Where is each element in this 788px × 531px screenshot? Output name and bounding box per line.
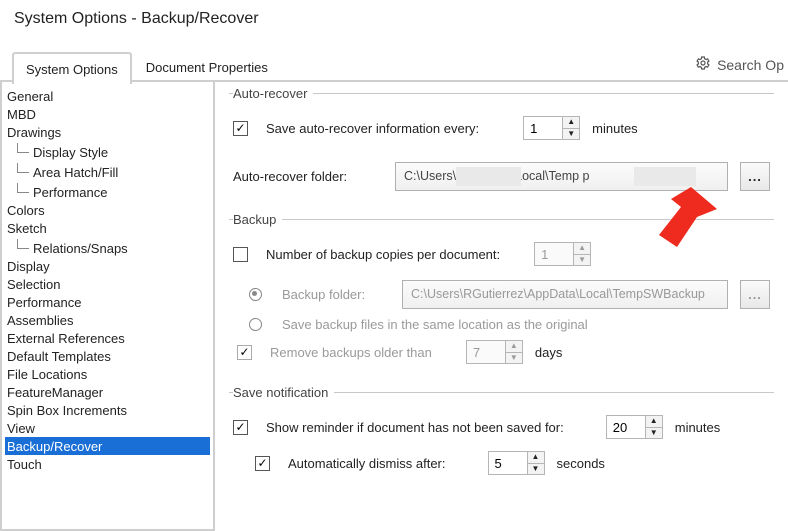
reminder-unit: minutes — [675, 420, 721, 435]
auto-recover-unit: minutes — [592, 121, 638, 136]
redacted-region — [634, 167, 696, 186]
backup-folder-field: C:\Users\RGutierrez\AppData\Local\TempSW… — [402, 280, 728, 309]
stepper-up-icon[interactable]: ▲ — [528, 452, 544, 464]
sidebar-item-file-locations[interactable]: File Locations — [5, 365, 210, 383]
auto-recover-interval-stepper[interactable]: ▲▼ — [523, 116, 580, 140]
stepper-up-icon[interactable]: ▲ — [563, 117, 579, 129]
auto-recover-browse-button[interactable]: ... — [740, 162, 770, 191]
sidebar-item-performance[interactable]: Performance — [5, 293, 210, 311]
dismiss-interval-stepper[interactable]: ▲▼ — [488, 451, 545, 475]
backup-folder-label: Backup folder: — [282, 287, 390, 302]
reminder-interval-input[interactable] — [607, 416, 645, 438]
sidebar-item-display[interactable]: Display — [5, 257, 210, 275]
dismiss-unit: seconds — [557, 456, 605, 471]
sidebar-item-general[interactable]: General — [5, 87, 210, 105]
sidebar-item-spin-box-increments[interactable]: Spin Box Increments — [5, 401, 210, 419]
stepper-down-icon: ▼ — [574, 255, 590, 266]
save-notification-legend: Save notification — [233, 385, 334, 400]
backup-copies-stepper: ▲▼ — [534, 242, 591, 266]
sidebar-item-display-style[interactable]: Display Style — [5, 141, 210, 161]
show-reminder-checkbox[interactable] — [233, 420, 248, 435]
sidebar: GeneralMBDDrawingsDisplay StyleArea Hatc… — [0, 82, 215, 531]
auto-dismiss-checkbox[interactable] — [255, 456, 270, 471]
window-title: System Options - Backup/Recover — [0, 0, 788, 46]
auto-recover-folder-label: Auto-recover folder: — [233, 169, 383, 184]
sidebar-item-external-references[interactable]: External References — [5, 329, 210, 347]
sidebar-item-area-hatch-fill[interactable]: Area Hatch/Fill — [5, 161, 210, 181]
show-reminder-label: Show reminder if document has not been s… — [266, 420, 564, 435]
auto-recover-group: Auto-recover Save auto-recover informati… — [229, 86, 774, 198]
save-notification-group: Save notification Show reminder if docum… — [229, 385, 774, 482]
auto-dismiss-label: Automatically dismiss after: — [288, 456, 446, 471]
remove-backups-label: Remove backups older than — [270, 345, 432, 360]
same-location-label: Save backup files in the same location a… — [282, 317, 588, 332]
sidebar-item-backup-recover[interactable]: Backup/Recover — [5, 437, 210, 455]
search-options[interactable]: Search Op — [691, 50, 788, 79]
backup-legend: Backup — [233, 212, 282, 227]
stepper-down-icon: ▼ — [506, 353, 522, 364]
auto-recover-folder-field[interactable]: C:\Users\ \AppData\Local\Temp p — [395, 162, 728, 191]
sidebar-item-default-templates[interactable]: Default Templates — [5, 347, 210, 365]
search-label: Search Op — [717, 57, 784, 73]
backup-copies-checkbox[interactable] — [233, 247, 248, 262]
sidebar-item-assemblies[interactable]: Assemblies — [5, 311, 210, 329]
gear-icon — [695, 55, 711, 74]
sidebar-item-mbd[interactable]: MBD — [5, 105, 210, 123]
sidebar-item-view[interactable]: View — [5, 419, 210, 437]
backup-group: Backup Number of backup copies per docum… — [229, 212, 774, 371]
sidebar-item-performance[interactable]: Performance — [5, 181, 210, 201]
tab-document-properties[interactable]: Document Properties — [132, 50, 282, 82]
sidebar-item-relations-snaps[interactable]: Relations/Snaps — [5, 237, 210, 257]
tab-bar: System Options Document Properties Searc… — [0, 46, 788, 82]
backup-copies-label: Number of backup copies per document: — [266, 247, 500, 262]
auto-recover-legend: Auto-recover — [233, 86, 313, 101]
save-auto-recover-label: Save auto-recover information every: — [266, 121, 479, 136]
same-location-radio — [249, 318, 262, 331]
stepper-up-icon: ▲ — [574, 243, 590, 255]
backup-copies-input — [535, 243, 573, 265]
remove-backups-checkbox — [237, 345, 252, 360]
save-auto-recover-checkbox[interactable] — [233, 121, 248, 136]
remove-backups-input — [467, 341, 505, 363]
reminder-interval-stepper[interactable]: ▲▼ — [606, 415, 663, 439]
sidebar-item-touch[interactable]: Touch — [5, 455, 210, 473]
remove-backups-stepper: ▲▼ — [466, 340, 523, 364]
auto-recover-interval-input[interactable] — [524, 117, 562, 139]
sidebar-item-sketch[interactable]: Sketch — [5, 219, 210, 237]
stepper-down-icon[interactable]: ▼ — [563, 129, 579, 140]
backup-folder-radio — [249, 288, 262, 301]
stepper-up-icon[interactable]: ▲ — [646, 416, 662, 428]
stepper-up-icon: ▲ — [506, 341, 522, 353]
sidebar-item-colors[interactable]: Colors — [5, 201, 210, 219]
redacted-region — [456, 167, 521, 186]
content-panel: Auto-recover Save auto-recover informati… — [215, 82, 788, 531]
sidebar-item-selection[interactable]: Selection — [5, 275, 210, 293]
backup-browse-button: ... — [740, 280, 770, 309]
sidebar-item-featuremanager[interactable]: FeatureManager — [5, 383, 210, 401]
remove-backups-unit: days — [535, 345, 562, 360]
sidebar-item-drawings[interactable]: Drawings — [5, 123, 210, 141]
stepper-down-icon[interactable]: ▼ — [528, 464, 544, 475]
dismiss-interval-input[interactable] — [489, 452, 527, 474]
stepper-down-icon[interactable]: ▼ — [646, 428, 662, 439]
tab-system-options[interactable]: System Options — [12, 52, 132, 84]
